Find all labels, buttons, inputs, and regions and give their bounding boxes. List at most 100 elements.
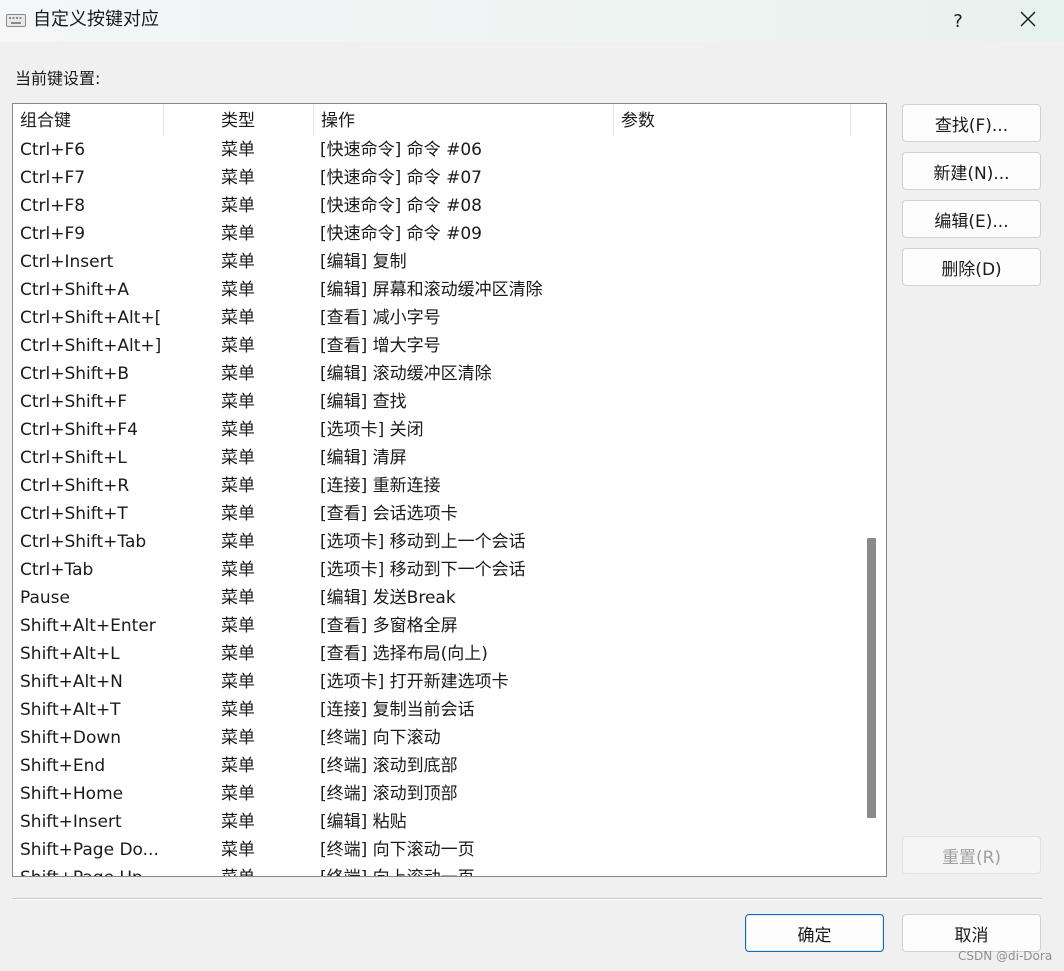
cell-type: 菜单	[221, 616, 255, 636]
cell-key-combo: Ctrl+Shift+F4	[20, 420, 138, 440]
cell-key-combo: Shift+Page Do...	[20, 840, 159, 860]
cell-action: [终端] 向上滚动一页	[320, 864, 620, 876]
cell-type: 菜单	[221, 280, 255, 300]
cell-action: [快速命令] 命令 #06	[320, 140, 482, 160]
reset-button[interactable]: 重置(R)	[902, 836, 1041, 874]
cell-type: 菜单	[221, 392, 255, 412]
table-row[interactable]: Ctrl+Shift+Tab 菜单 [选项卡] 移动到上一个会话	[13, 528, 860, 556]
cell-action: [查看] 选择布局(向上)	[320, 644, 488, 664]
cell-action: [查看] 多窗格全屏	[320, 616, 458, 636]
find-button[interactable]: 查找(F)...	[902, 104, 1041, 142]
cell-key-combo: Shift+Home	[20, 784, 124, 804]
table-row[interactable]: Shift+Page Up 菜单 [终端] 向上滚动一页	[13, 864, 860, 876]
table-row[interactable]: Ctrl+F7 菜单 [快速命令] 命令 #07	[13, 164, 860, 192]
table-row[interactable]: Ctrl+Shift+B 菜单 [编辑] 滚动缓冲区清除	[13, 360, 860, 388]
cell-action: [查看] 增大字号	[320, 336, 441, 356]
cell-key-combo: Pause	[20, 588, 70, 608]
cell-key-combo: Ctrl+F6	[20, 140, 86, 160]
edit-button[interactable]: 编辑(E)...	[902, 200, 1041, 238]
cell-type: 菜单	[221, 308, 255, 328]
column-header-parameter[interactable]: 参数	[614, 104, 851, 136]
cell-type: 菜单	[221, 504, 255, 524]
table-row[interactable]: Shift+Down 菜单 [终端] 向下滚动	[13, 724, 860, 752]
table-row[interactable]: Shift+Alt+L 菜单 [查看] 选择布局(向上)	[13, 640, 860, 668]
column-header-action[interactable]: 操作	[314, 104, 614, 136]
cell-key-combo: Ctrl+Shift+Alt+[	[20, 308, 162, 328]
cell-action: [编辑] 滚动缓冲区清除	[320, 364, 492, 384]
cell-action: [编辑] 屏幕和滚动缓冲区清除	[320, 280, 543, 300]
key-mapping-list[interactable]: 组合键 类型 操作 参数 Ctrl+F6 菜单 [快速命令] 命令 #06 Ctrl+…	[12, 103, 887, 877]
vertical-scrollbar[interactable]	[860, 104, 884, 876]
cell-key-combo: Ctrl+F7	[20, 168, 86, 188]
cell-type: 菜单	[221, 560, 255, 580]
table-row[interactable]: Ctrl+Shift+F4 菜单 [选项卡] 关闭	[13, 416, 860, 444]
table-row[interactable]: Ctrl+Tab 菜单 [选项卡] 移动到下一个会话	[13, 556, 860, 584]
current-key-settings-label: 当前键设置:	[15, 69, 101, 88]
cell-type: 菜单	[221, 756, 255, 776]
table-row[interactable]: Ctrl+Shift+T 菜单 [查看] 会话选项卡	[13, 500, 860, 528]
cell-action: [终端] 向下滚动	[320, 728, 441, 748]
table-row[interactable]: Shift+End 菜单 [终端] 滚动到底部	[13, 752, 860, 780]
watermark: CSDN @di-Dora	[958, 949, 1053, 963]
cell-key-combo: Shift+Insert	[20, 812, 122, 832]
ok-button[interactable]: 确定	[745, 914, 884, 952]
cell-action: [编辑] 发送Break	[320, 588, 456, 608]
cancel-button[interactable]: 取消	[902, 914, 1041, 952]
help-button[interactable]: ?	[940, 4, 976, 38]
table-row[interactable]: Ctrl+Shift+Alt+[ 菜单 [查看] 减小字号	[13, 304, 860, 332]
keyboard-icon	[6, 12, 26, 28]
table-row[interactable]: Ctrl+Shift+R 菜单 [连接] 重新连接	[13, 472, 860, 500]
scrollbar-thumb[interactable]	[867, 538, 876, 818]
cell-action: [编辑] 查找	[320, 392, 407, 412]
table-row[interactable]: Ctrl+Shift+F 菜单 [编辑] 查找	[13, 388, 860, 416]
table-row[interactable]: Pause 菜单 [编辑] 发送Break	[13, 584, 860, 612]
cell-key-combo: Ctrl+Shift+B	[20, 364, 130, 384]
table-row[interactable]: Shift+Alt+N 菜单 [选项卡] 打开新建选项卡	[13, 668, 860, 696]
cell-action: [选项卡] 打开新建选项卡	[320, 672, 509, 692]
table-row[interactable]: Ctrl+Insert 菜单 [编辑] 复制	[13, 248, 860, 276]
cell-type: 菜单	[221, 700, 255, 720]
cell-key-combo: Ctrl+Insert	[20, 252, 114, 272]
column-header-key-combo[interactable]: 组合键	[13, 104, 164, 136]
cell-key-combo: Ctrl+Shift+L	[20, 448, 127, 468]
table-row[interactable]: Shift+Alt+Enter 菜单 [查看] 多窗格全屏	[13, 612, 860, 640]
cell-action: [连接] 重新连接	[320, 476, 441, 496]
column-header-type[interactable]: 类型	[164, 104, 314, 136]
table-row[interactable]: Shift+Insert 菜单 [编辑] 粘贴	[13, 808, 860, 836]
close-button[interactable]	[1006, 4, 1050, 38]
delete-button[interactable]: 删除(D)	[902, 248, 1041, 286]
table-row[interactable]: Ctrl+F9 菜单 [快速命令] 命令 #09	[13, 220, 860, 248]
table-row[interactable]: Ctrl+Shift+L 菜单 [编辑] 清屏	[13, 444, 860, 472]
cell-action: [快速命令] 命令 #09	[320, 224, 482, 244]
cell-key-combo: Shift+Alt+L	[20, 644, 120, 664]
table-row[interactable]: Ctrl+Shift+A 菜单 [编辑] 屏幕和滚动缓冲区清除	[13, 276, 860, 304]
cell-type: 菜单	[221, 784, 255, 804]
table-row[interactable]: Ctrl+Shift+Alt+] 菜单 [查看] 增大字号	[13, 332, 860, 360]
cell-type: 菜单	[221, 168, 255, 188]
cell-type: 菜单	[221, 812, 255, 832]
cell-key-combo: Ctrl+Shift+F	[20, 392, 128, 412]
cell-type: 菜单	[221, 364, 255, 384]
cell-key-combo: Shift+Alt+T	[20, 700, 121, 720]
cell-action: [查看] 减小字号	[320, 308, 441, 328]
table-row[interactable]: Shift+Home 菜单 [终端] 滚动到顶部	[13, 780, 860, 808]
cell-key-combo: Ctrl+F8	[20, 196, 86, 216]
new-button[interactable]: 新建(N)...	[902, 152, 1041, 190]
cell-type: 菜单	[221, 448, 255, 468]
cell-type: 菜单	[221, 252, 255, 272]
table-row[interactable]: Shift+Page Do... 菜单 [终端] 向下滚动一页	[13, 836, 860, 864]
cell-type: 菜单	[221, 532, 255, 552]
cell-key-combo: Ctrl+F9	[20, 224, 86, 244]
cell-action: [编辑] 复制	[320, 252, 407, 272]
window-title: 自定义按键对应	[33, 9, 159, 30]
cell-type: 菜单	[221, 840, 255, 860]
table-row[interactable]: Ctrl+F8 菜单 [快速命令] 命令 #08	[13, 192, 860, 220]
cell-key-combo: Ctrl+Shift+T	[20, 504, 128, 524]
cell-key-combo: Shift+End	[20, 756, 106, 776]
cell-action: [快速命令] 命令 #08	[320, 196, 482, 216]
table-row[interactable]: Ctrl+F6 菜单 [快速命令] 命令 #06	[13, 136, 860, 164]
list-header: 组合键 类型 操作 参数	[13, 104, 860, 136]
cell-action: [快速命令] 命令 #07	[320, 168, 482, 188]
table-row[interactable]: Shift+Alt+T 菜单 [连接] 复制当前会话	[13, 696, 860, 724]
cell-type: 菜单	[221, 644, 255, 664]
